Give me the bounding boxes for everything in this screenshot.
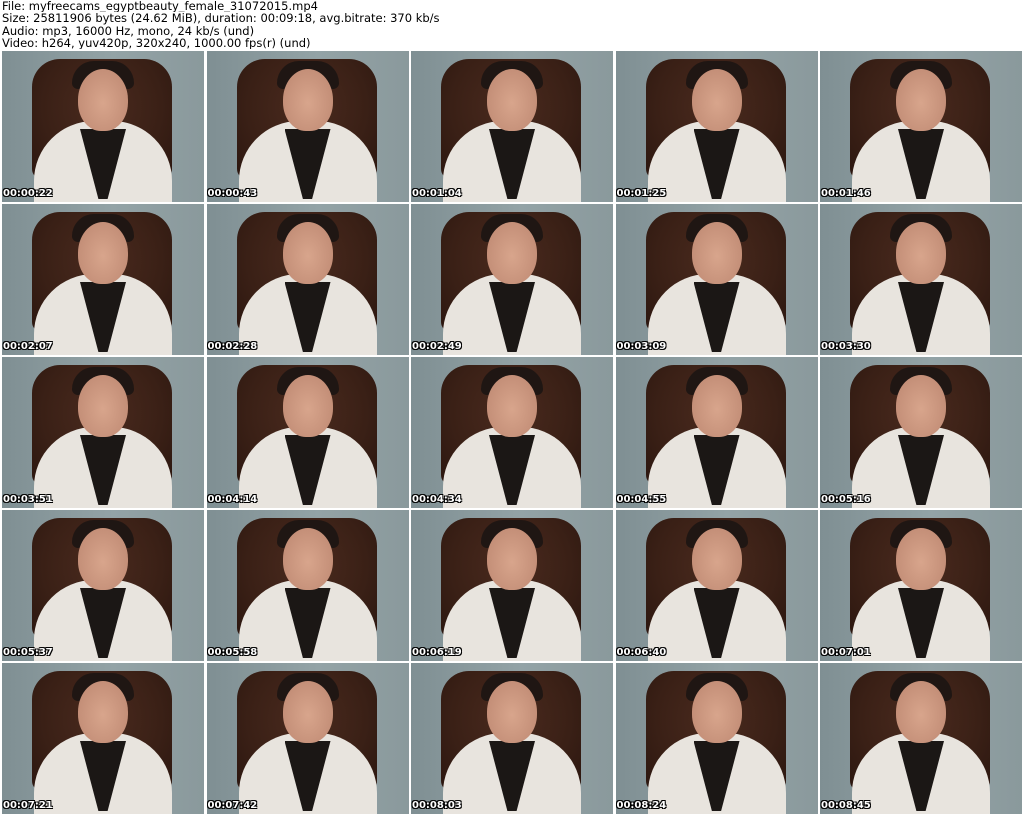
video-thumbnail: 00:06:40 [615,510,818,661]
head-shape [78,528,128,590]
thumbnail-timestamp: 00:04:14 [207,494,258,505]
head-shape [487,222,537,284]
thumbnail-timestamp: 00:00:22 [3,188,53,199]
thumbnail-timestamp: 00:05:16 [821,494,871,505]
video-thumbnail: 00:01:25 [615,51,818,202]
thumbnail-timestamp: 00:01:46 [821,188,871,199]
video-thumbnail: 00:02:28 [206,204,409,355]
thumbnail-timestamp: 00:08:45 [821,800,871,811]
audio-info-line: Audio: mp3, 16000 Hz, mono, 24 kb/s (und… [2,24,255,37]
head-shape [487,681,537,743]
head-shape [78,69,128,131]
video-thumbnail: 00:05:37 [2,510,204,661]
head-shape [896,69,946,131]
thumbnail-timestamp: 00:03:30 [821,341,871,352]
head-shape [691,69,742,131]
thumbnail-timestamp: 00:07:01 [821,647,871,658]
file-size-line: Size: 25811906 bytes (24.62 MiB), durati… [2,12,440,25]
thumbnail-timestamp: 00:01:04 [412,188,462,199]
head-shape [282,222,333,284]
thumbnail-timestamp: 00:02:28 [207,341,258,352]
video-thumbnail: 00:08:45 [820,663,1022,814]
video-thumbnail: 00:01:04 [411,51,613,202]
thumbnail-timestamp: 00:03:09 [616,341,667,352]
file-name-line: File: myfreecams_egyptbeauty_female_3107… [2,0,318,13]
head-shape [896,681,946,743]
head-shape [896,528,946,590]
video-thumbnail: 00:04:55 [615,357,818,508]
thumbnail-timestamp: 00:04:55 [616,494,667,505]
video-thumbnail: 00:08:03 [411,663,613,814]
head-shape [78,681,128,743]
head-shape [78,222,128,284]
video-thumbnail: 00:07:01 [820,510,1022,661]
thumbnail-timestamp: 00:00:43 [207,188,258,199]
video-thumbnail: 00:05:58 [206,510,409,661]
thumbnail-timestamp: 00:05:37 [3,647,53,658]
video-thumbnail: 00:07:21 [2,663,204,814]
video-thumbnail: 00:06:19 [411,510,613,661]
thumbnail-timestamp: 00:07:42 [207,800,258,811]
video-info-line: Video: h264, yuv420p, 320x240, 1000.00 f… [2,36,311,50]
head-shape [487,69,537,131]
head-shape [282,375,333,437]
thumbnail-timestamp: 00:02:07 [3,341,53,352]
video-thumbnail: 00:02:49 [411,204,613,355]
video-thumbnail: 00:04:14 [206,357,409,508]
head-shape [78,375,128,437]
thumbnail-timestamp: 00:01:25 [616,188,667,199]
thumbnail-grid: 00:00:22 00:00:43 00:01:04 00:01:25 00:01:46… [2,51,1022,814]
thumbnail-timestamp: 00:07:21 [3,800,53,811]
thumbnail-timestamp: 00:08:24 [616,800,667,811]
thumbnail-timestamp: 00:05:58 [207,647,258,658]
video-thumbnail: 00:05:16 [820,357,1022,508]
head-shape [282,69,333,131]
video-thumbnail: 00:03:51 [2,357,204,508]
video-thumbnail: 00:08:24 [615,663,818,814]
head-shape [282,528,333,590]
head-shape [691,681,742,743]
file-info-header: File: myfreecams_egyptbeauty_female_3107… [2,0,1020,50]
head-shape [896,222,946,284]
video-thumbnail: 00:03:30 [820,204,1022,355]
video-thumbnail: 00:02:07 [2,204,204,355]
video-thumbnail: 00:00:22 [2,51,204,202]
thumbnail-timestamp: 00:06:40 [616,647,667,658]
thumbnail-timestamp: 00:04:34 [412,494,462,505]
video-thumbnail: 00:00:43 [206,51,409,202]
head-shape [896,375,946,437]
head-shape [691,375,742,437]
video-thumbnail: 00:07:42 [206,663,409,814]
thumbnail-timestamp: 00:06:19 [412,647,462,658]
head-shape [487,528,537,590]
head-shape [691,528,742,590]
thumbnail-timestamp: 00:02:49 [412,341,462,352]
video-thumbnail: 00:03:09 [615,204,818,355]
thumbnail-timestamp: 00:03:51 [3,494,53,505]
head-shape [691,222,742,284]
thumbnail-timestamp: 00:08:03 [412,800,462,811]
head-shape [282,681,333,743]
video-thumbnail: 00:01:46 [820,51,1022,202]
video-thumbnail: 00:04:34 [411,357,613,508]
head-shape [487,375,537,437]
